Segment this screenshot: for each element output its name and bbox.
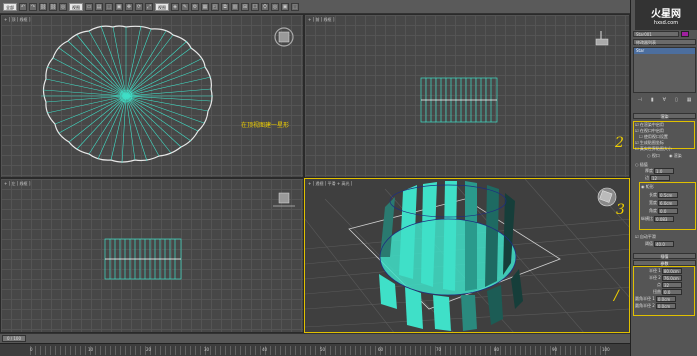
left-mesh [104,192,295,280]
angle-snap-icon[interactable]: ⚙ [191,2,199,11]
viewport-top[interactable]: + ] 顶 ] 线框 ] 在顶视图建一星形 [0,14,304,178]
curve-editor-icon[interactable]: ⛭ [261,2,269,11]
tick-label: 0 [30,347,33,352]
checkbox-auto-smooth[interactable]: ☑ 自动平滑 [635,234,656,240]
annotation-2: 2 [615,135,624,151]
spinner-threshold[interactable]: 阈值 40.0 [645,241,674,247]
viewcube-front-icon [595,31,609,46]
tick-label: 70 [436,347,442,352]
select-by-name-icon[interactable]: ▤ [95,2,103,11]
tick-label: 20 [146,347,152,352]
render-icon[interactable]: ⬚ [291,2,299,11]
radio-rectangular[interactable]: ◉ 矩形 [641,184,654,190]
snap-icon[interactable]: ✎ [181,2,189,11]
command-panel: 火星网 hxsd.com Star001 修改器列表 Star ⊣ ▮ ∀ ▯ … [630,0,697,356]
render-setup-icon[interactable]: ▣ [281,2,289,11]
layer-icon[interactable]: ☐ [251,2,259,11]
viewport-left[interactable]: + ] 左 ] 线框 ] [0,178,304,333]
configure-icon[interactable]: ▦ [687,97,692,103]
show-end-icon[interactable]: ▮ [651,97,654,103]
stack-item[interactable]: Star [634,48,695,54]
tick-label: 40 [262,347,268,352]
remove-modifier-icon[interactable]: ▯ [675,97,678,103]
selection-set-dropdown[interactable]: 全部 [3,2,17,11]
site-logo: 火星网 hxsd.com [635,0,697,30]
timeline[interactable]: 0 10 20 30 40 50 60 70 80 90 100 [0,343,630,356]
modifier-stack[interactable]: Star [633,47,696,93]
window-cross-icon[interactable]: ▣ [115,2,123,11]
redo-icon[interactable]: ↷ [29,2,37,11]
coord-dropdown[interactable]: 视图 [155,2,169,11]
move-icon[interactable]: ✥ [125,2,133,11]
viewport-front[interactable]: + ] 前 ] 线框 ] [304,14,630,178]
rollout-rendering[interactable]: 渲染 [633,113,696,119]
logo-url: hxsd.com [653,19,679,26]
region-icon[interactable]: ⬚ [105,2,113,11]
main-toolbar: 全部 ↶ ↷ ⛓ ⛓ ◎ 视图 ▭ ▤ ⬚ ▣ ✥ ⟳ ⤢ 视图 ◈ ✎ ⚙ ▦… [0,0,630,14]
stack-controls: ⊣ ▮ ∀ ▯ ▦ [633,96,696,104]
tick-label: 60 [378,347,384,352]
rollout-interpolation[interactable]: 插值 [633,253,696,259]
star-mesh [41,25,213,164]
unlink-icon[interactable]: ⛓ [49,2,57,11]
viewcube-persp-icon [597,187,617,207]
filter-dropdown[interactable]: 视图 [69,2,83,11]
link-icon[interactable]: ⛓ [39,2,47,11]
persp-scene [305,179,629,332]
tick-label: 80 [494,347,500,352]
tick-label: 30 [204,347,210,352]
spinner-radius1[interactable]: 半径 1 80.0cm [649,268,682,274]
tick-label: 100 [602,347,610,352]
spinner-points[interactable]: 点 32 [657,282,682,288]
bind-icon[interactable]: ◎ [59,2,67,11]
spinner-sides[interactable]: 边 12 [645,175,670,181]
cylinder-panels [379,181,523,331]
tick-label: 50 [320,347,326,352]
logo-title: 火星网 [651,8,681,20]
star-spline-top [41,25,294,164]
spinner-fillet1[interactable]: 圆角半径 1 0.0cm [635,296,676,302]
top-view-annotation: 在顶视图建一星形 [241,122,290,129]
select-icon[interactable]: ▭ [85,2,93,11]
viewcube-top-icon [274,27,294,47]
object-name-field[interactable]: Star001 [633,31,679,37]
annotation-3: 3 [616,202,625,218]
material-editor-icon[interactable]: ◎ [271,2,279,11]
pin-stack-icon[interactable]: ⊣ [637,97,641,103]
annotation-1: / [614,288,619,304]
pivot-icon[interactable]: ◈ [171,2,179,11]
align-icon[interactable]: ⊞ [241,2,249,11]
spinner-thickness[interactable]: 厚度 1.0 [645,168,674,174]
tick-label: 10 [88,347,94,352]
scale-icon[interactable]: ⤢ [145,2,153,11]
time-slider-thumb[interactable]: 0 / 100 [2,335,26,342]
rotate-icon[interactable]: ⟳ [135,2,143,11]
named-sel-icon[interactable]: ⧉ [221,2,229,11]
max-app: 全部 ↶ ↷ ⛓ ⛓ ◎ 视图 ▭ ▤ ⬚ ▣ ✥ ⟳ ⤢ 视图 ◈ ✎ ⚙ ▦… [0,0,697,356]
radio-render[interactable]: ◉ 渲染 [669,153,682,159]
spinner-width[interactable]: 宽度 6.0cm [649,200,678,206]
spinner-aspect[interactable]: 纵横比 0.083 [641,216,674,222]
checkbox-real-world[interactable]: ☐ 真实世界贴图大小 [635,146,672,152]
spinner-snap-icon[interactable]: ◰ [211,2,219,11]
spinner-distortion[interactable]: 扭曲 0.0 [653,289,682,295]
modifier-list-dropdown[interactable]: 修改器列表 [633,39,696,45]
undo-icon[interactable]: ↶ [19,2,27,11]
front-mesh [420,31,609,123]
spinner-length[interactable]: 长度 0.5cm [649,192,678,198]
mirror-icon[interactable]: ▥ [231,2,239,11]
spinner-angle[interactable]: 角度 0.0 [649,208,678,214]
radio-viewport[interactable]: ○ 视口 [647,153,660,159]
spinner-fillet2[interactable]: 圆角半径 2 0.0cm [635,303,676,309]
time-slider[interactable]: 0 / 100 [0,333,630,343]
viewport-perspective[interactable]: + ] 透视 ] 平滑 + 高光 ] [304,178,630,333]
object-color-swatch[interactable] [681,31,689,37]
tick-label: 90 [552,347,558,352]
percent-snap-icon[interactable]: ▦ [201,2,209,11]
spinner-radius2[interactable]: 半径 2 76.0cm [649,275,682,281]
viewcube-left-icon [273,192,295,207]
make-unique-icon[interactable]: ∀ [663,97,666,103]
